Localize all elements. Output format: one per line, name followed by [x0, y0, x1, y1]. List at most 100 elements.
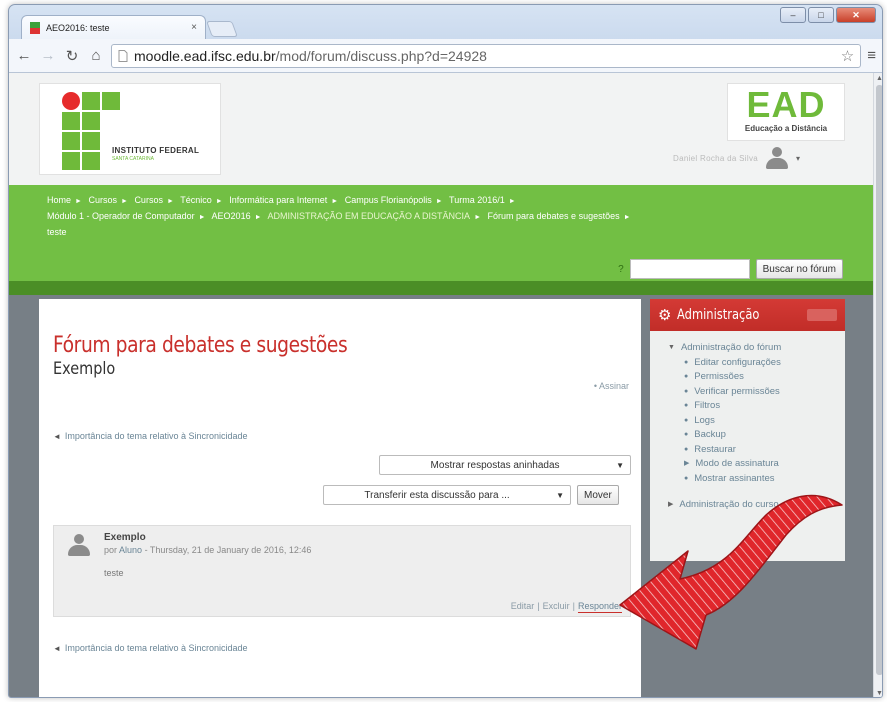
tree-node-forum-admin[interactable]: ▼ Administração do fórum: [668, 341, 845, 356]
breadcrumb-separator: ►: [254, 214, 262, 221]
ead-logo: EAD Educação a Distância: [727, 83, 845, 141]
back-icon[interactable]: ←: [15, 47, 33, 65]
prev-discussion-link[interactable]: ◄ Importância do tema relativo à Sincron…: [53, 431, 248, 441]
breadcrumb-item[interactable]: Módulo 1 - Operador de Computador: [47, 211, 195, 221]
breadcrumb-separator: ►: [474, 214, 481, 221]
collapsed-triangle-icon: ▶: [684, 460, 690, 467]
address-bar[interactable]: moodle.ead.ifsc.edu.br/mod/forum/discuss…: [111, 43, 862, 68]
breadcrumb-item[interactable]: ADMINISTRAÇÃO EM EDUCAÇÃO A DISTÂNCIA: [268, 211, 471, 221]
star-icon[interactable]: ☆: [841, 47, 854, 65]
scroll-down-icon[interactable]: ▼: [876, 690, 882, 697]
breadcrumb-item[interactable]: Turma 2016/1: [449, 195, 505, 205]
breadcrumb-separator: ►: [198, 214, 206, 221]
admin-item-filters[interactable]: ● Filtros: [684, 399, 845, 414]
url-path: /mod/forum/discuss.php?d=24928: [275, 47, 487, 64]
scrollbar-thumb[interactable]: [876, 85, 882, 675]
display-mode-value: Mostrar respostas aninhadas: [430, 459, 560, 471]
breadcrumb-item[interactable]: Campus Florianópolis: [345, 195, 432, 205]
delete-link[interactable]: Excluir: [543, 601, 570, 611]
admin-item-backup[interactable]: ● Backup: [684, 428, 845, 443]
vertical-scrollbar[interactable]: ▲ ▼: [873, 73, 882, 697]
post-meta: por Aluno - Thursday, 21 de January de 2…: [104, 545, 311, 555]
breadcrumb-item[interactable]: Cursos: [134, 195, 163, 205]
breadcrumb-item[interactable]: AEO2016: [212, 211, 251, 221]
institution-sub: SANTA CATARINA: [112, 156, 154, 162]
move-button[interactable]: Mover: [577, 485, 619, 505]
move-discussion-value: Transferir esta discussão para ...: [364, 489, 510, 501]
post-subject: Exemplo: [104, 532, 146, 543]
breadcrumb-item[interactable]: Informática para Internet: [229, 195, 327, 205]
dropdown-caret-icon: ▼: [556, 490, 564, 500]
search-forum-button[interactable]: Buscar no fórum: [755, 259, 843, 279]
tab-title: AEO2016: teste: [46, 22, 110, 33]
author-link[interactable]: Aluno: [119, 545, 142, 555]
admin-item-restore[interactable]: ● Restaurar: [684, 443, 845, 458]
author-prefix: por: [104, 545, 118, 555]
window-controls: – □ ✕: [780, 7, 876, 23]
ead-subtitle: Educação a Distância: [744, 124, 828, 133]
post-body: teste: [104, 568, 124, 578]
maximize-button[interactable]: □: [808, 7, 834, 23]
user-menu[interactable]: Daniel Rocha da Silva ▾: [673, 147, 800, 169]
discussion-title: Exemplo: [53, 359, 116, 379]
admin-items: ● Editar configurações ● Permissões ● Verif…: [668, 356, 845, 487]
bullet-icon: ●: [684, 445, 689, 453]
admin-item-show-subscribers[interactable]: ● Mostrar assinantes: [684, 472, 845, 487]
forward-icon[interactable]: →: [39, 47, 57, 65]
search-input[interactable]: [629, 259, 750, 279]
admin-item-subscription-mode[interactable]: ▶ Modo de assinatura: [684, 457, 845, 472]
institution-name: INSTITUTO FEDERAL: [112, 146, 200, 155]
next-discussion-label: Importância do tema relativo à Sincronic…: [64, 643, 248, 653]
menu-icon[interactable]: ≡: [867, 47, 876, 64]
home-icon[interactable]: ⌂: [87, 47, 105, 65]
block-header: ⚙ Administração: [650, 299, 845, 331]
bullet-icon: ●: [684, 387, 689, 395]
ifsc-logo[interactable]: INSTITUTO FEDERAL SANTA CATARINA: [39, 83, 221, 175]
breadcrumb-separator: ►: [435, 198, 443, 205]
scroll-up-icon[interactable]: ▲: [876, 75, 882, 82]
admin-item-logs[interactable]: ● Logs: [684, 414, 845, 429]
admin-item-edit-settings[interactable]: ● Editar configurações: [684, 356, 845, 371]
breadcrumb-separator: ►: [215, 198, 223, 205]
breadcrumb-item[interactable]: Fórum para debates e sugestões: [488, 211, 620, 221]
forum-post: Exemplo por Aluno - Thursday, 21 de Janu…: [53, 525, 631, 617]
breadcrumb-item[interactable]: Home: [47, 195, 71, 205]
block-title: Administração: [677, 307, 760, 323]
close-window-button[interactable]: ✕: [836, 7, 876, 23]
edit-link[interactable]: Editar: [511, 601, 535, 611]
admin-item-check-permissions[interactable]: ● Verificar permissões: [684, 385, 845, 400]
site-header: INSTITUTO FEDERAL SANTA CATARINA EAD Edu…: [9, 73, 873, 185]
arrow-left-icon: ◄: [53, 643, 61, 653]
navbar: Home ► Cursos ► Cursos ► Técnico ► Informáti…: [9, 185, 873, 281]
minimize-button[interactable]: –: [780, 7, 806, 23]
post-date: - Thursday, 21 de January de 2016, 12:46: [144, 545, 312, 555]
block-actions-control[interactable]: [807, 309, 837, 321]
expanded-triangle-icon: ▼: [668, 344, 675, 351]
dropdown-caret-icon: ▼: [616, 460, 624, 470]
help-icon[interactable]: ?: [618, 264, 624, 275]
browser-tab[interactable]: AEO2016: teste ×: [21, 15, 206, 39]
url-host: moodle.ead.ifsc.edu.br: [134, 47, 276, 64]
reply-link[interactable]: Responder: [578, 601, 622, 611]
breadcrumb-separator: ►: [331, 198, 339, 205]
author-avatar-icon[interactable]: [66, 534, 92, 556]
breadcrumb-separator: ►: [623, 214, 631, 221]
bullet-icon: ●: [684, 416, 689, 424]
new-tab-button[interactable]: [206, 21, 238, 37]
move-discussion-select[interactable]: Transferir esta discussão para ... ▼: [323, 485, 571, 505]
admin-item-permissions[interactable]: ● Permissões: [684, 370, 845, 385]
breadcrumb-item[interactable]: Cursos: [88, 195, 117, 205]
post-commands: Editar | Excluir | Responder: [510, 601, 622, 611]
bullet-icon: ●: [684, 431, 689, 438]
breadcrumb-item[interactable]: Técnico: [180, 195, 212, 205]
display-mode-select[interactable]: Mostrar respostas aninhadas ▼: [379, 455, 631, 475]
next-discussion-link[interactable]: ◄ Importância do tema relativo à Sincron…: [53, 643, 248, 653]
tab-close-icon[interactable]: ×: [191, 22, 197, 33]
reload-icon[interactable]: ↻: [63, 47, 81, 65]
prev-discussion-label: Importância do tema relativo à Sincronic…: [64, 431, 248, 441]
main-content: Fórum para debates e sugestões Exemplo •…: [39, 299, 641, 697]
tab-strip: AEO2016: teste × – □ ✕: [9, 5, 882, 39]
breadcrumb-separator: ►: [120, 198, 128, 205]
breadcrumb-separator: ►: [75, 198, 82, 205]
subscribe-link[interactable]: • Assinar: [594, 381, 629, 391]
